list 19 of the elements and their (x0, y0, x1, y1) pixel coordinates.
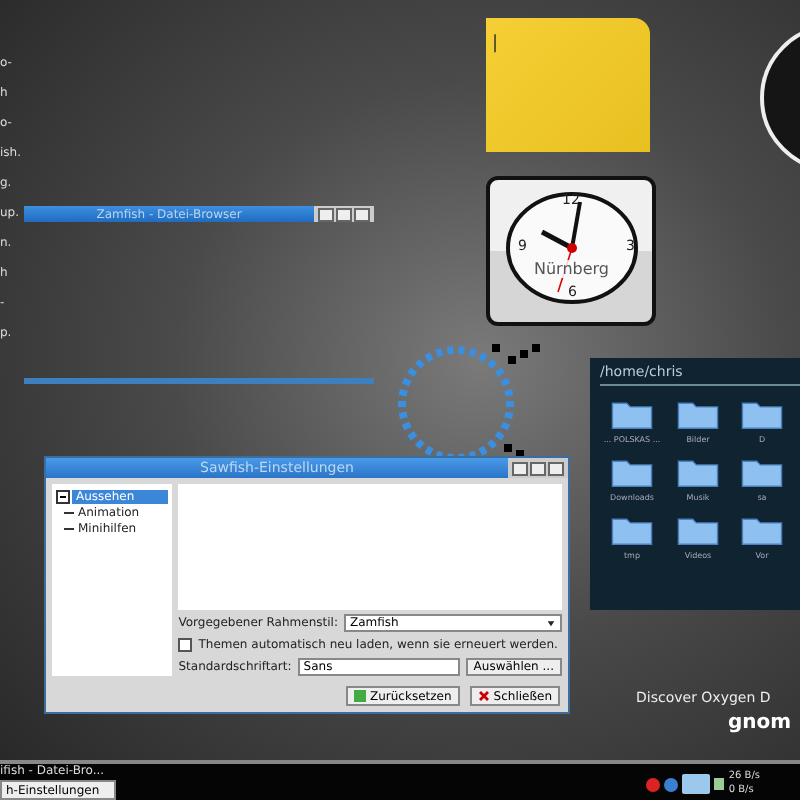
clock-city: Nürnberg (534, 260, 609, 278)
checkbox[interactable] (178, 638, 193, 652)
network-icon[interactable] (664, 777, 679, 791)
folder-icon[interactable] (610, 514, 654, 546)
monitor-icon[interactable] (682, 774, 711, 794)
sticky-note[interactable]: | (486, 18, 650, 152)
folder-icon[interactable] (740, 398, 784, 430)
folder-icon[interactable] (610, 456, 654, 488)
folder-icon[interactable] (676, 456, 720, 488)
wallpaper-text: gnom (728, 712, 792, 734)
folder-icon[interactable] (610, 398, 654, 430)
folder-icon[interactable] (740, 456, 784, 488)
folder-icon[interactable] (740, 514, 784, 546)
dropdown-arrow-icon (546, 618, 556, 628)
note-text: | (490, 32, 501, 58)
folder-icon[interactable] (676, 398, 720, 430)
clock-face-drawing (502, 188, 642, 308)
expander-icon[interactable] (56, 489, 70, 503)
folder-icon[interactable] (676, 514, 720, 546)
